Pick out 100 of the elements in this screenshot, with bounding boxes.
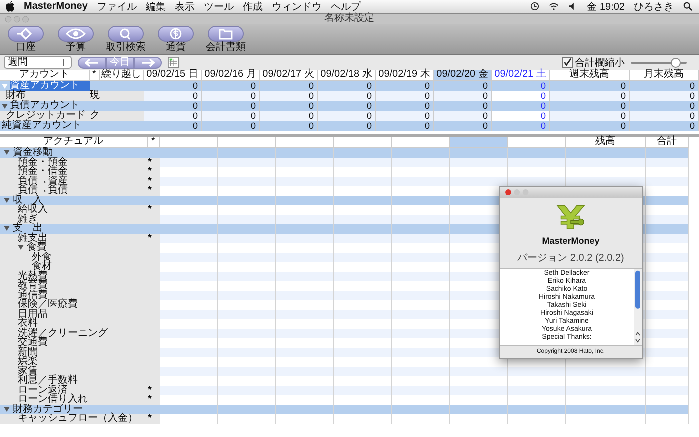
table-cell	[392, 205, 450, 214]
search-icon[interactable]	[683, 2, 693, 11]
column-header[interactable]: 合計	[646, 137, 689, 147]
menu-app-name[interactable]: MasterMoney	[24, 1, 88, 12]
period-dropdown[interactable]: 週間	[4, 56, 72, 69]
table-cell	[392, 319, 450, 328]
apple-logo-icon[interactable]	[6, 1, 15, 12]
window-controls-icon[interactable]	[505, 189, 531, 196]
category-name[interactable]: 食材	[32, 262, 52, 272]
category-name[interactable]: 給収入	[18, 205, 48, 214]
category-name[interactable]: 通信費	[18, 290, 48, 300]
menu-item[interactable]: 表示	[174, 0, 195, 14]
category-name[interactable]: 預金・預金	[18, 158, 68, 167]
category-name[interactable]: 外食	[32, 252, 52, 262]
menu-item[interactable]: ウィンドウ	[272, 0, 322, 14]
table-cell	[160, 243, 218, 252]
table-cell	[646, 262, 689, 272]
amount-cell: 0	[260, 121, 318, 131]
menu-user-name[interactable]: ひろさき	[634, 0, 674, 14]
category-name[interactable]: ローン借り入れ	[18, 395, 88, 404]
compact-totals-checkbox[interactable]	[562, 57, 573, 68]
category-name[interactable]: 洗濯／クリーニング	[18, 328, 108, 338]
category-name[interactable]: 保険／医療費	[18, 300, 78, 310]
table-cell	[160, 414, 218, 424]
eye-icon	[66, 28, 86, 40]
category-name[interactable]: 雑ぎ	[18, 214, 38, 224]
category-name[interactable]: キャッシュフロー（入金）	[18, 414, 138, 424]
category-name[interactable]: 預金・借金	[18, 167, 68, 176]
calendar-icon[interactable]	[168, 57, 179, 68]
amount-cell: 0	[202, 91, 260, 101]
menu-clock[interactable]: 金 19:02	[587, 0, 625, 14]
category-name[interactable]: 日用品	[18, 310, 48, 319]
column-header[interactable]: 繰り越し	[100, 70, 144, 80]
table-cell	[218, 338, 276, 348]
zoom-slider[interactable]	[631, 58, 687, 68]
category-name[interactable]: ローン返済	[18, 386, 68, 395]
table-cell	[276, 281, 334, 290]
column-header[interactable]: 月末残高	[630, 70, 699, 80]
column-header[interactable]: アクチュアル	[0, 137, 148, 147]
toolbar-button[interactable]	[8, 26, 44, 42]
toolbar-button[interactable]	[208, 26, 244, 42]
table-cell	[334, 338, 392, 348]
column-header[interactable]: *	[148, 137, 160, 147]
category-name[interactable]: 収 入	[13, 196, 43, 205]
account-row[interactable]: 純資産アカウント 0 0 0 0 0 0 0 0 0	[0, 121, 699, 131]
category-name[interactable]: 利息／手数料	[18, 376, 78, 386]
table-cell	[646, 243, 689, 252]
table-cell	[450, 395, 508, 404]
column-header[interactable]: 残高	[566, 137, 646, 147]
toolbar-button[interactable]	[108, 26, 144, 42]
date-column-header[interactable]: 09/02/18 水	[318, 70, 376, 80]
account-row[interactable]: クレジットカード ク 0 0 0 0 0 0 0 0 0	[0, 111, 699, 121]
menu-item[interactable]: ファイル	[96, 0, 137, 14]
category-name[interactable]: 交通費	[18, 338, 48, 348]
slider-thumb[interactable]	[670, 58, 681, 68]
account-name: 負債アカウント	[10, 101, 80, 111]
next-button[interactable]	[134, 56, 162, 68]
menu-item[interactable]: 編集	[146, 0, 166, 14]
date-column-header[interactable]: 09/02/15 日	[144, 70, 202, 80]
table-cell	[392, 186, 450, 196]
toolbar-button[interactable]	[158, 26, 194, 42]
category-name[interactable]: 家賃	[18, 366, 38, 376]
category-name[interactable]: 食費	[27, 243, 47, 252]
category-name[interactable]: 負債→負債	[18, 186, 68, 196]
category-name[interactable]: 雑支出	[18, 234, 48, 243]
column-header[interactable]: アカウント	[0, 70, 90, 80]
menu-item[interactable]: ツール	[204, 0, 234, 14]
date-column-header[interactable]: 09/02/20 金	[434, 70, 492, 80]
wifi-icon[interactable]	[549, 2, 560, 11]
category-name[interactable]: 衣料	[18, 319, 38, 328]
account-row[interactable]: 財布 現 0 0 0 0 0 0 0 0 0	[0, 91, 699, 101]
date-column-header[interactable]: 09/02/21 土	[492, 70, 550, 80]
previous-button[interactable]	[78, 56, 106, 68]
menu-item[interactable]: ヘルプ	[330, 0, 361, 14]
clock-icon[interactable]	[530, 2, 540, 11]
scrollbar-icon[interactable]	[634, 269, 642, 345]
date-column-header[interactable]: 09/02/17 火	[260, 70, 318, 80]
table-cell	[160, 376, 218, 386]
table-cell	[218, 300, 276, 310]
column-header[interactable]: *	[90, 70, 100, 80]
table-cell	[646, 319, 689, 328]
category-name[interactable]: 娯楽	[18, 357, 38, 366]
category-name[interactable]: 資金移動	[13, 148, 53, 158]
category-mark: *	[148, 394, 152, 405]
category-name[interactable]: 負債→資産	[18, 176, 68, 186]
date-column-header[interactable]: 09/02/16 月	[202, 70, 260, 80]
toolbar-button[interactable]	[58, 26, 94, 42]
category-name[interactable]: 光熱費	[18, 272, 48, 281]
account-row[interactable]: 資産アカウント 0 0 0 0 0 0 0 0 0	[0, 81, 699, 91]
table-cell	[392, 376, 450, 386]
category-name[interactable]: 新聞	[18, 348, 38, 357]
category-name[interactable]: 教育費	[18, 281, 48, 290]
table-cell	[218, 281, 276, 290]
table-cell	[160, 357, 218, 366]
account-row[interactable]: 負債アカウント 0 0 0 0 0 0 0 0 0	[0, 101, 699, 111]
category-name[interactable]: 財務カテゴリー	[13, 404, 83, 414]
category-name[interactable]: 支 出	[13, 224, 43, 234]
table-cell	[218, 357, 276, 366]
amount-cell: 0	[550, 91, 630, 101]
menu-item[interactable]: 作成	[242, 0, 263, 14]
